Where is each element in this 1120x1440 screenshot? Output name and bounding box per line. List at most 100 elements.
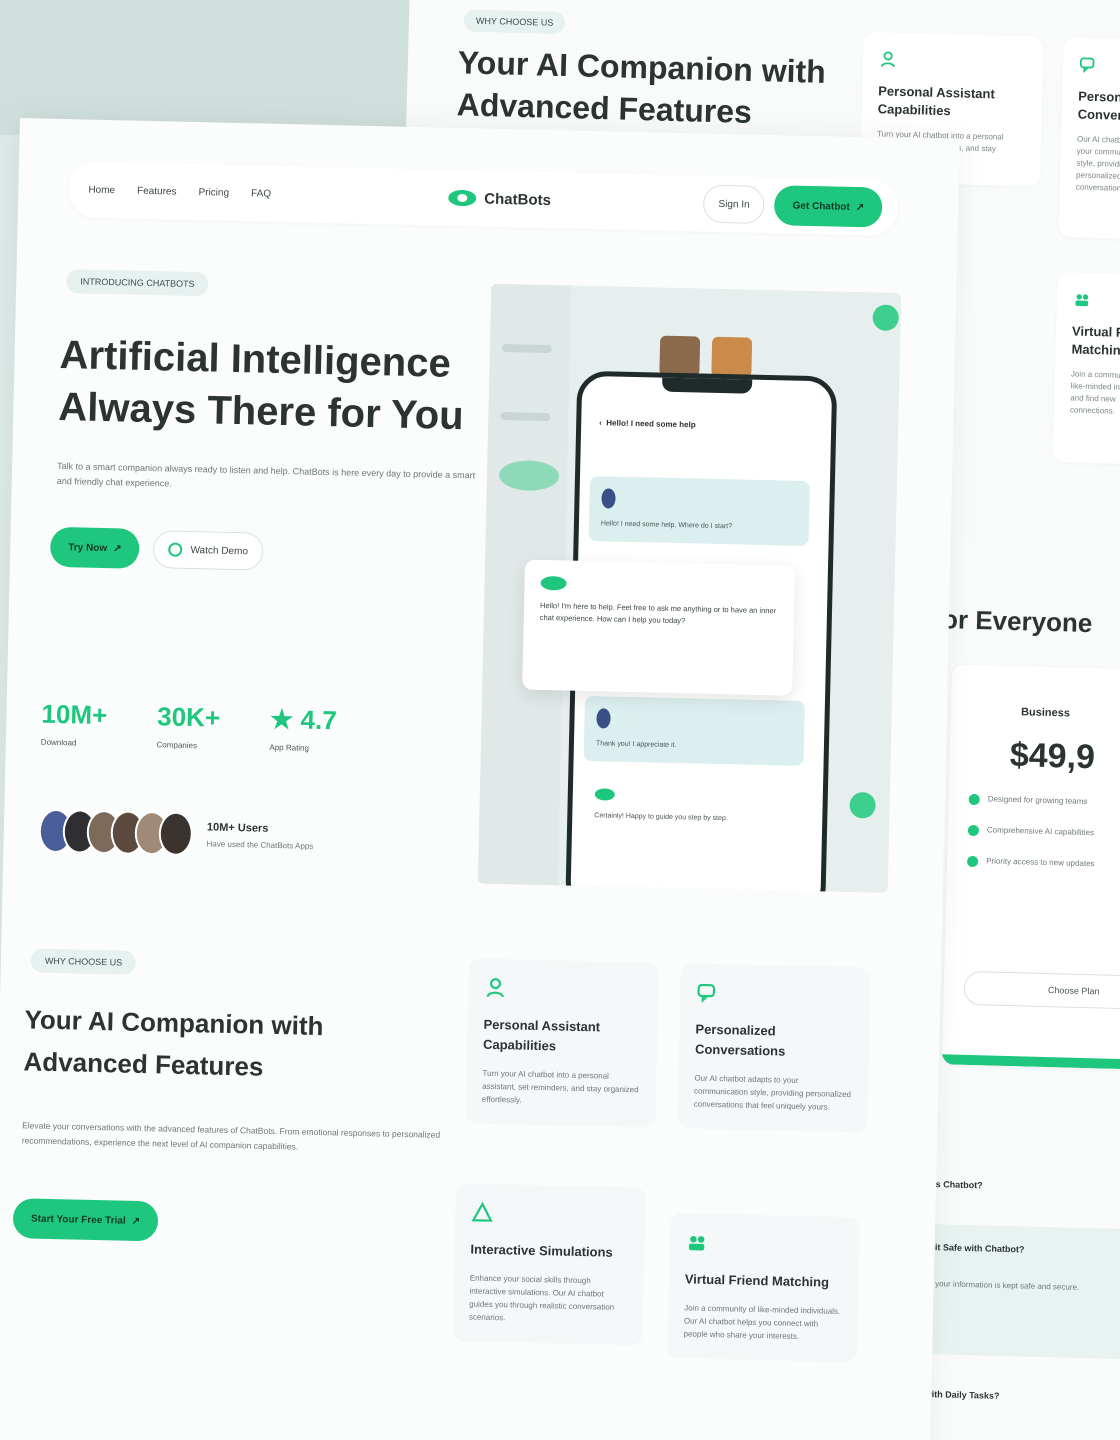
hero-title: Artificial Intelligence Always There for… <box>57 332 465 439</box>
feature-card: Personal Assistant Capabilities Turn you… <box>465 958 660 1128</box>
bg-feature-card: Personalized Conversations Our AI chatbo… <box>1058 37 1120 241</box>
video-thumbnail <box>659 335 701 377</box>
status-icon <box>872 304 899 331</box>
sign-in-button[interactable]: Sign In <box>703 184 766 224</box>
feature-title: Personalized Conversations <box>694 1021 786 1059</box>
bg-pricing-card: Business $49,9 Designed for growing team… <box>941 664 1120 1071</box>
plan-feature: Comprehensive AI capabilities <box>967 824 1120 841</box>
stat-label: Download <box>40 737 77 748</box>
bg-card-title: Virtual Friend Matching <box>1071 323 1120 358</box>
nav-link-pricing[interactable]: Pricing <box>198 187 229 199</box>
avatar-group <box>38 808 194 857</box>
get-chatbot-button[interactable]: Get Chatbot ↗ <box>774 185 883 228</box>
features-tag: WHY CHOOSE US <box>30 948 137 975</box>
features-title: Your AI Companion with Advanced Features <box>23 1004 324 1082</box>
faq-answer: All your information is kept safe and se… <box>923 1278 1080 1292</box>
user-message: Thank you! I appreciate it. <box>583 695 805 766</box>
stat-label: App Rating <box>269 742 310 753</box>
user-proof-text: 10M+ Users Have used the ChatBots Apps <box>206 821 313 850</box>
user-icon <box>486 978 504 998</box>
feature-desc: Join a community of like-minded individu… <box>683 1303 841 1341</box>
free-trial-button[interactable]: Start Your Free Trial ↗ <box>12 1198 159 1242</box>
phone-notch <box>661 375 753 394</box>
brand[interactable]: ChatBots <box>448 189 552 209</box>
chat-header: ‹ Hello! I need some help <box>599 418 696 430</box>
pricing-accent-bar <box>941 1054 1120 1071</box>
feature-card: Interactive Simulations Enhance your soc… <box>452 1183 646 1346</box>
chat-bubble-icon[interactable] <box>849 792 876 819</box>
user-message: Hello! I need some help. Where do I star… <box>588 476 810 546</box>
people-icon <box>688 1235 705 1251</box>
plan-name: Business <box>1020 706 1071 720</box>
nav-link-faq[interactable]: FAQ <box>251 188 271 199</box>
bg-pricing-heading: for Everyone <box>933 603 1093 639</box>
hero-description: Talk to a smart companion always ready t… <box>56 460 476 489</box>
nav-link-features[interactable]: Features <box>137 185 177 197</box>
bot-icon <box>594 788 615 801</box>
stats-row: 10M+ Download 30K+ Companies ★ 4.7 App R… <box>41 699 337 754</box>
features-description: Elevate your conversations with the adva… <box>21 1120 441 1152</box>
bg-feature-card: Virtual Friend Matching Join a community… <box>1052 272 1120 466</box>
nav-links: Home Features Pricing FAQ <box>88 184 271 199</box>
avatar <box>158 811 194 857</box>
stat-item: 10M+ Download <box>41 699 108 748</box>
faq-answer-box[interactable]: Is it Safe with Chatbot? All your inform… <box>904 1223 1120 1362</box>
triangle-icon <box>471 1201 493 1222</box>
stat-label: Companies <box>156 740 198 751</box>
check-icon <box>967 824 980 837</box>
check-icon <box>968 793 980 806</box>
chat-icon <box>697 983 716 1004</box>
feature-desc: Turn your AI chatbot into a personal ass… <box>481 1068 639 1105</box>
play-icon <box>168 542 183 557</box>
choose-plan-button[interactable]: Choose Plan <box>963 970 1120 1011</box>
avatar <box>596 708 611 729</box>
bot-message: Certainly! Happy to guide you step by st… <box>581 775 804 838</box>
nav-actions: Sign In Get Chatbot ↗ <box>703 184 883 228</box>
video-thumbnail <box>711 336 753 378</box>
feature-card: Personalized Conversations Our AI chatbo… <box>677 963 871 1133</box>
bg-card-desc: Join a community of like-minded individu… <box>1069 369 1120 416</box>
bg-section-tag: WHY CHOOSE US <box>463 9 566 35</box>
navbar: Home Features Pricing FAQ ChatBots Sign … <box>67 161 899 236</box>
user-proof: 10M+ Users Have used the ChatBots Apps <box>38 808 314 859</box>
stat-value: 30K+ <box>156 701 221 733</box>
arrow-right-icon: ↗ <box>113 542 122 554</box>
feature-desc: Enhance your social skills through inter… <box>468 1273 615 1323</box>
stat-item: 30K+ Companies <box>156 701 220 750</box>
brand-name: ChatBots <box>484 190 552 209</box>
bg-card-desc: Our AI chatbot adapts to your communicat… <box>1075 134 1120 193</box>
plan-price: $49,9 <box>1009 735 1096 777</box>
user-caption: Have used the ChatBots Apps <box>206 838 314 851</box>
landing-page: Home Features Pricing FAQ ChatBots Sign … <box>0 118 960 1440</box>
mockup-logo-icon <box>498 459 560 492</box>
feature-desc: Our AI chatbot adapts to your communicat… <box>693 1073 852 1112</box>
feature-title: Personal Assistant Capabilities <box>482 1016 601 1054</box>
bot-popup-card: Hello! I'm here to help. Feel free to as… <box>522 559 796 696</box>
user-count: 10M+ Users <box>206 820 269 835</box>
arrow-right-icon: ↗ <box>131 1215 141 1227</box>
people-icon <box>1075 294 1089 307</box>
logo-icon <box>448 189 477 207</box>
faq-question: Is it Safe with Chatbot? <box>924 1241 1025 1255</box>
feature-title: Interactive Simulations <box>470 1241 613 1260</box>
plan-feature: Priority access to new updates <box>966 855 1120 872</box>
check-icon <box>966 855 979 868</box>
stat-value: 10M+ <box>41 698 108 731</box>
bot-icon <box>540 575 567 591</box>
background-band <box>0 0 410 135</box>
stat-value: ★ 4.7 <box>269 703 338 736</box>
watch-demo-button[interactable]: Watch Demo <box>153 530 264 571</box>
chat-icon <box>1079 57 1095 74</box>
arrow-right-icon: ↗ <box>855 201 865 213</box>
feature-title: Virtual Friend Matching <box>684 1271 830 1290</box>
plan-feature: Designed for growing teams <box>968 793 1120 810</box>
feature-card: Virtual Friend Matching Join a community… <box>667 1213 861 1363</box>
stat-item: ★ 4.7 App Rating <box>269 704 337 754</box>
hero-tag: INTRODUCING CHATBOTS <box>66 269 209 297</box>
bg-card-title: Personal Assistant Capabilities <box>877 83 995 119</box>
hero-actions: Try Now ↗ Watch Demo <box>49 526 264 572</box>
try-now-button[interactable]: Try Now ↗ <box>49 526 141 569</box>
user-icon <box>880 51 896 68</box>
bg-card-title: Personalized Conversations <box>1077 88 1120 124</box>
nav-link-home[interactable]: Home <box>88 184 115 196</box>
